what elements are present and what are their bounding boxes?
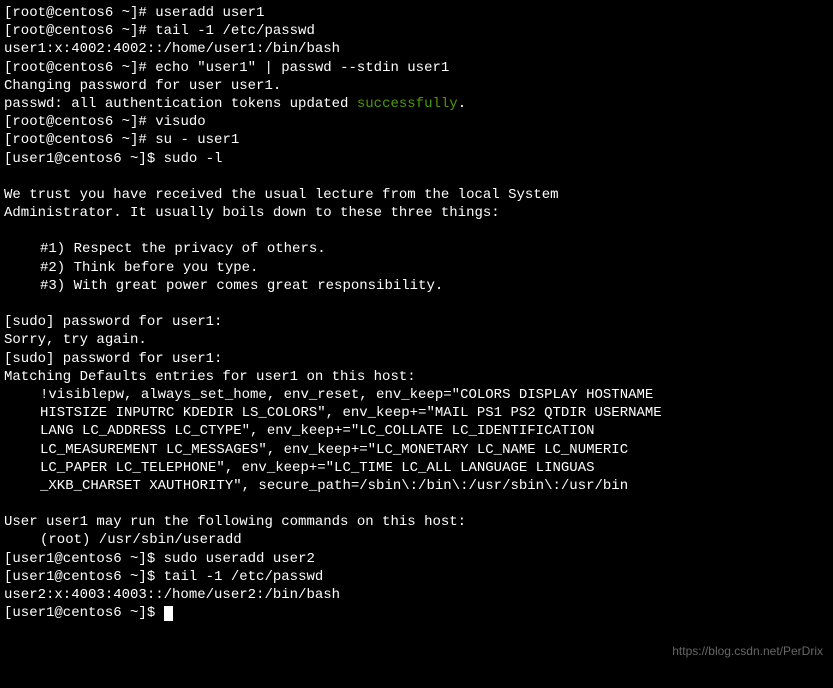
- terminal-line: [root@centos6 ~]# useradd user1: [4, 4, 829, 22]
- prompt-user: [user1@centos6 ~]$: [4, 151, 164, 167]
- terminal-line[interactable]: [user1@centos6 ~]$: [4, 604, 829, 622]
- output-text: passwd: all authentication tokens update…: [4, 96, 357, 112]
- prompt-root: [root@centos6 ~]#: [4, 114, 155, 130]
- output-line: [sudo] password for user1:: [4, 350, 829, 368]
- prompt-root: [root@centos6 ~]#: [4, 60, 155, 76]
- prompt-user: [user1@centos6 ~]$: [4, 569, 164, 585]
- output-line: LANG LC_ADDRESS LC_CTYPE", env_keep+="LC…: [4, 422, 829, 440]
- command: visudo: [155, 114, 205, 130]
- blank-line: [4, 222, 829, 240]
- watermark: https://blog.csdn.net/PerDrix: [672, 644, 823, 660]
- prompt-root: [root@centos6 ~]#: [4, 23, 155, 39]
- command: echo "user1" | passwd --stdin user1: [155, 60, 449, 76]
- command: su - user1: [155, 132, 239, 148]
- output-line: #2) Think before you type.: [4, 259, 829, 277]
- terminal-line: [user1@centos6 ~]$ sudo useradd user2: [4, 550, 829, 568]
- output-line: Administrator. It usually boils down to …: [4, 204, 829, 222]
- blank-line: [4, 168, 829, 186]
- output-line: LC_MEASUREMENT LC_MESSAGES", env_keep+="…: [4, 441, 829, 459]
- terminal-line: [root@centos6 ~]# echo "user1" | passwd …: [4, 59, 829, 77]
- prompt-user: [user1@centos6 ~]$: [4, 605, 164, 621]
- success-text: successfully: [357, 96, 458, 112]
- command: tail -1 /etc/passwd: [164, 569, 324, 585]
- output-line: !visiblepw, always_set_home, env_reset, …: [4, 386, 829, 404]
- output-line: HISTSIZE INPUTRC KDEDIR LS_COLORS", env_…: [4, 404, 829, 422]
- output-line: user1:x:4002:4002::/home/user1:/bin/bash: [4, 40, 829, 58]
- output-line: #1) Respect the privacy of others.: [4, 240, 829, 258]
- output-line: passwd: all authentication tokens update…: [4, 95, 829, 113]
- terminal-line: [root@centos6 ~]# tail -1 /etc/passwd: [4, 22, 829, 40]
- terminal-line: [user1@centos6 ~]$ sudo -l: [4, 150, 829, 168]
- blank-line: [4, 295, 829, 313]
- terminal-line: [root@centos6 ~]# visudo: [4, 113, 829, 131]
- output-text: .: [458, 96, 466, 112]
- output-line: user2:x:4003:4003::/home/user2:/bin/bash: [4, 586, 829, 604]
- terminal-line: [user1@centos6 ~]$ tail -1 /etc/passwd: [4, 568, 829, 586]
- prompt-root: [root@centos6 ~]#: [4, 5, 155, 21]
- output-line: #3) With great power comes great respons…: [4, 277, 829, 295]
- output-line: Sorry, try again.: [4, 331, 829, 349]
- terminal-line: [root@centos6 ~]# su - user1: [4, 131, 829, 149]
- output-line: User user1 may run the following command…: [4, 513, 829, 531]
- command: useradd user1: [155, 5, 264, 21]
- output-line: (root) /usr/sbin/useradd: [4, 531, 829, 549]
- prompt-user: [user1@centos6 ~]$: [4, 551, 164, 567]
- cursor: [164, 606, 173, 621]
- output-line: Matching Defaults entries for user1 on t…: [4, 368, 829, 386]
- blank-line: [4, 495, 829, 513]
- command: sudo useradd user2: [164, 551, 315, 567]
- command: sudo -l: [164, 151, 223, 167]
- output-line: Changing password for user user1.: [4, 77, 829, 95]
- output-line: [sudo] password for user1:: [4, 313, 829, 331]
- command: tail -1 /etc/passwd: [155, 23, 315, 39]
- output-line: _XKB_CHARSET XAUTHORITY", secure_path=/s…: [4, 477, 829, 495]
- output-line: We trust you have received the usual lec…: [4, 186, 829, 204]
- output-line: LC_PAPER LC_TELEPHONE", env_keep+="LC_TI…: [4, 459, 829, 477]
- prompt-root: [root@centos6 ~]#: [4, 132, 155, 148]
